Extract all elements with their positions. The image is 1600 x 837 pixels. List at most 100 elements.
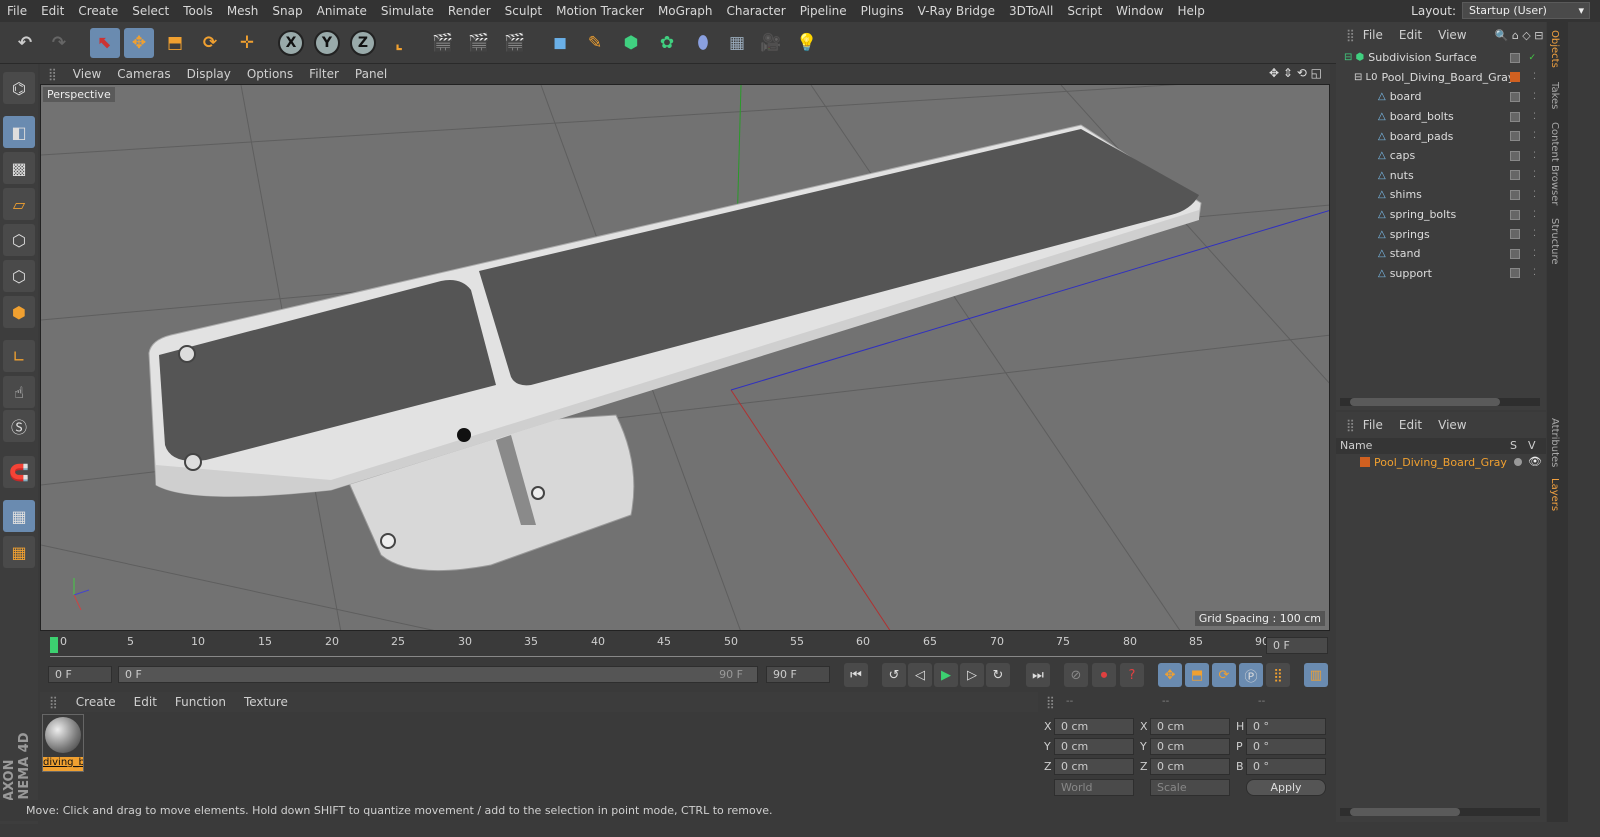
menu-script[interactable]: Script [1060, 0, 1109, 22]
pos-z-field[interactable]: 0 cm [1054, 758, 1134, 775]
object-row-child[interactable]: △ board ⁚ [1336, 87, 1546, 107]
layers-menu-file[interactable]: File [1355, 418, 1391, 432]
menu-mograph[interactable]: MoGraph [651, 0, 720, 22]
menu-select[interactable]: Select [125, 0, 176, 22]
key-scale-icon[interactable]: ⬒ [1185, 663, 1209, 687]
tag-icon[interactable] [1510, 91, 1520, 102]
menu-window[interactable]: Window [1109, 0, 1170, 22]
floor-environment-icon[interactable]: ▦ [722, 28, 752, 58]
layer-color-swatch[interactable] [1360, 457, 1370, 467]
rot-p-field[interactable]: 0 ° [1246, 738, 1326, 755]
tag-icon[interactable] [1510, 189, 1520, 200]
material-swatch[interactable]: diving_b [42, 714, 84, 772]
visibility-dots-icon[interactable]: ⁚ [1533, 131, 1536, 141]
start-frame-field[interactable]: 0 F [48, 666, 112, 683]
tweak-mode-icon[interactable]: ☝ [3, 376, 35, 408]
visibility-dots-icon[interactable]: ⁚ [1533, 229, 1536, 239]
snap-icon[interactable]: Ⓢ [3, 410, 35, 442]
menu-animate[interactable]: Animate [310, 0, 374, 22]
eye-icon[interactable]: 👁 [1528, 455, 1542, 468]
layers-menu-edit[interactable]: Edit [1391, 418, 1430, 432]
select-tool-icon[interactable]: ⬉ [90, 28, 120, 58]
visibility-dots-icon[interactable]: ⁚ [1533, 170, 1536, 180]
object-row-child[interactable]: △ stand ⁚ [1336, 244, 1546, 264]
layout-dropdown[interactable]: Startup (User) [1462, 2, 1590, 19]
timeline-track[interactable]: 0 5 10 15 20 25 30 35 40 45 50 55 60 65 … [50, 635, 1269, 657]
tag-icon[interactable] [1510, 131, 1520, 142]
layer-manager-scrollbar[interactable] [1340, 808, 1540, 816]
menu-simulate[interactable]: Simulate [374, 0, 441, 22]
live-select-icon[interactable]: ✛ [232, 28, 262, 58]
prev-frame-icon[interactable]: ◁ [908, 663, 932, 687]
mograph-cloner-icon[interactable]: ✿ [652, 28, 682, 58]
cube-object-icon[interactable]: ◼ [545, 28, 575, 58]
tab-objects[interactable]: Objects [1549, 30, 1560, 68]
object-row-child[interactable]: △ support ⁚ [1336, 264, 1546, 284]
object-manager-toolbar-icons[interactable]: 🔍 ⌂ ◇ ⊟ [1495, 29, 1544, 42]
menu-mesh[interactable]: Mesh [220, 0, 266, 22]
goto-end-icon[interactable]: ⏭ [1026, 663, 1050, 687]
viewport-camera-label[interactable]: Perspective [43, 87, 115, 102]
timeline-window-icon[interactable]: ▥ [1304, 663, 1328, 687]
size-x-field[interactable]: 0 cm [1150, 718, 1230, 735]
tag-icon[interactable] [1510, 209, 1520, 220]
viewport-menu-cameras[interactable]: Cameras [109, 67, 178, 81]
object-row-child[interactable]: △ shims ⁚ [1336, 185, 1546, 205]
model-mode-icon[interactable]: ◧ [3, 116, 35, 148]
size-z-field[interactable]: 0 cm [1150, 758, 1230, 775]
play-icon[interactable]: ▶ [934, 663, 958, 687]
apply-button[interactable]: Apply [1246, 779, 1326, 796]
next-key-icon[interactable]: ↻ [986, 663, 1010, 687]
menu-sculpt[interactable]: Sculpt [498, 0, 549, 22]
visibility-dots-icon[interactable]: ⁚ [1533, 151, 1536, 161]
visibility-dots-icon[interactable]: ⁚ [1533, 72, 1536, 82]
coord-space-dropdown[interactable]: World [1054, 779, 1134, 796]
tag-icon[interactable] [1510, 229, 1520, 240]
objects-menu-edit[interactable]: Edit [1391, 28, 1430, 42]
3d-viewport[interactable]: Perspective Grid Spacing : 100 cm [40, 84, 1330, 631]
undo-icon[interactable]: ↶ [10, 28, 40, 58]
viewport-menu-display[interactable]: Display [179, 67, 239, 81]
object-row-child[interactable]: △ caps ⁚ [1336, 146, 1546, 166]
object-row-child[interactable]: △ board_pads ⁚ [1336, 126, 1546, 146]
scale-tool-icon[interactable]: ⬒ [160, 28, 190, 58]
scrollbar-thumb[interactable] [1350, 808, 1460, 816]
prev-key-icon[interactable]: ↺ [882, 663, 906, 687]
menu-create[interactable]: Create [71, 0, 125, 22]
x-axis-lock-icon[interactable]: X [276, 28, 306, 58]
rotate-tool-icon[interactable]: ⟳ [195, 28, 225, 58]
magnet-icon[interactable]: 🧲 [3, 456, 35, 488]
rot-h-field[interactable]: 0 ° [1246, 718, 1326, 735]
visibility-toggle[interactable] [1510, 52, 1520, 63]
menu-motion-tracker[interactable]: Motion Tracker [549, 0, 651, 22]
object-row-child[interactable]: △ springs ⁚ [1336, 224, 1546, 244]
visibility-dots-icon[interactable]: ⁚ [1533, 112, 1536, 122]
objects-menu-file[interactable]: File [1355, 28, 1391, 42]
tab-attributes[interactable]: Attributes [1549, 418, 1560, 467]
render-settings-icon[interactable]: 🎬 [500, 28, 530, 58]
pos-y-field[interactable]: 0 cm [1054, 738, 1134, 755]
edges-mode-icon[interactable]: ⬡ [3, 260, 35, 292]
rot-b-field[interactable]: 0 ° [1246, 758, 1326, 775]
layer-color-tag[interactable] [1510, 72, 1520, 83]
scrollbar-thumb[interactable] [1350, 398, 1500, 406]
layers-menu-view[interactable]: View [1430, 418, 1474, 432]
deformer-icon[interactable]: ⬮ [688, 28, 718, 58]
material-menu-create[interactable]: Create [67, 695, 125, 709]
coord-mode-dropdown[interactable]: Scale [1150, 779, 1230, 796]
material-menu-function[interactable]: Function [166, 695, 235, 709]
key-position-icon[interactable]: ✥ [1158, 663, 1182, 687]
object-manager-scrollbar[interactable] [1340, 398, 1540, 406]
menu-file[interactable]: File [0, 0, 34, 22]
tab-structure[interactable]: Structure [1549, 218, 1560, 265]
locked-workplane-icon[interactable]: ▦ [3, 500, 35, 532]
y-axis-lock-icon[interactable]: Y [312, 28, 342, 58]
visibility-dots-icon[interactable]: ⁚ [1533, 190, 1536, 200]
tag-icon[interactable] [1510, 268, 1520, 279]
menu-snap[interactable]: Snap [265, 0, 309, 22]
viewport-menu-filter[interactable]: Filter [301, 67, 347, 81]
z-axis-lock-icon[interactable]: Z [348, 28, 378, 58]
viewport-menu-panel[interactable]: Panel [347, 67, 395, 81]
axis-mode-icon[interactable]: ∟ [3, 340, 35, 372]
tag-icon[interactable] [1510, 170, 1520, 181]
